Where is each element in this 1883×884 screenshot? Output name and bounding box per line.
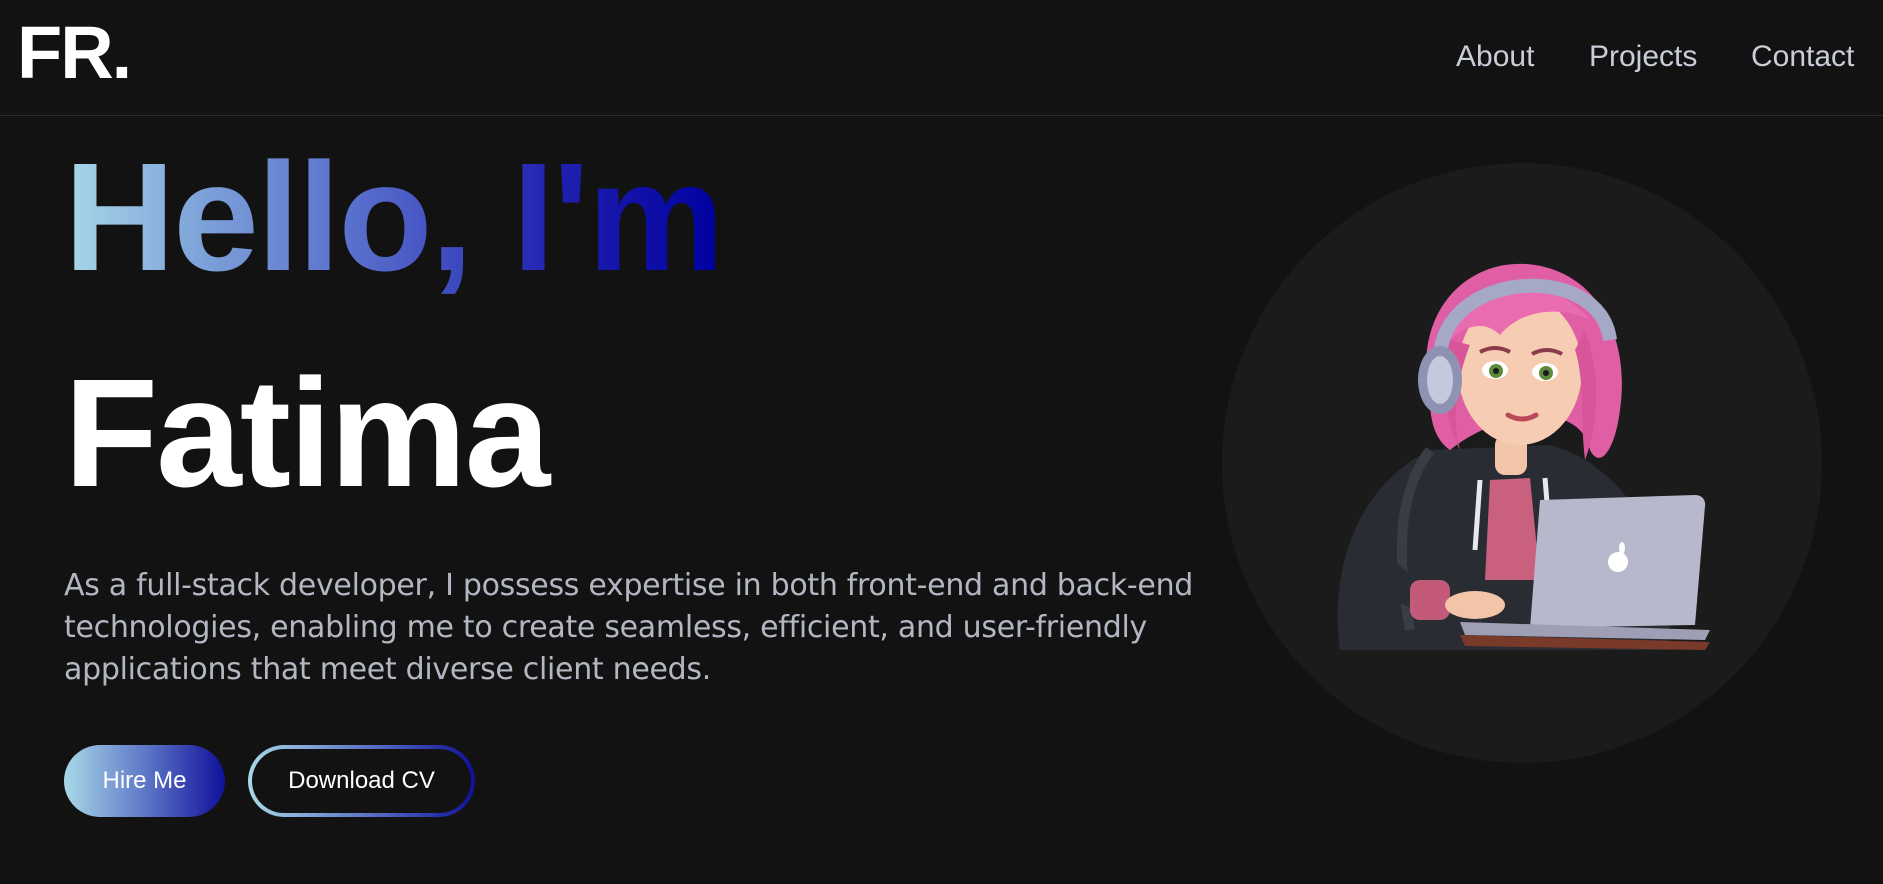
laptop-logo-icon (1608, 552, 1628, 572)
hire-me-button[interactable]: Hire Me (64, 745, 225, 817)
nav-link-contact[interactable]: Contact (1751, 37, 1854, 77)
nav-link-projects[interactable]: Projects (1589, 37, 1697, 77)
hero-greeting: Hello, I'm (64, 131, 724, 303)
hero-description: As a full-stack developer, I possess exp… (64, 568, 1194, 687)
hero-name: Fatima (64, 347, 550, 519)
nav-link-about[interactable]: About (1456, 37, 1534, 77)
download-cv-label: Download CV (252, 749, 471, 813)
developer-avatar-illustration (1337, 263, 1710, 650)
site-logo[interactable]: FR. (17, 16, 132, 90)
download-cv-button[interactable]: Download CV (248, 745, 475, 817)
navbar: FR. About Projects Contact (0, 0, 1883, 116)
